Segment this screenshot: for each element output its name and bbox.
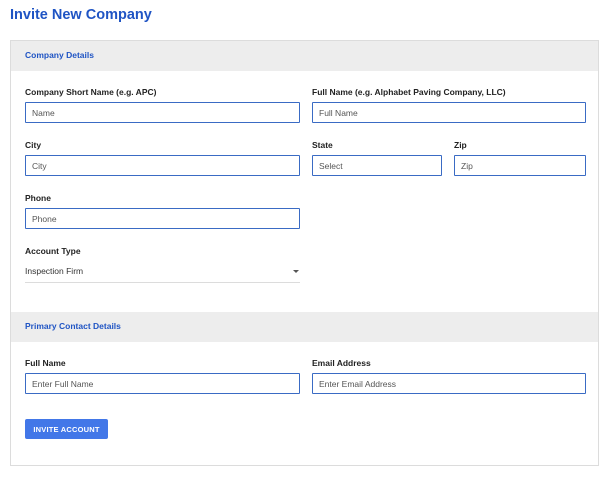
account-type-select[interactable]: Inspection Firm bbox=[25, 261, 300, 283]
phone-input[interactable] bbox=[25, 208, 300, 229]
short-name-input[interactable] bbox=[25, 102, 300, 123]
contact-full-name-label: Full Name bbox=[25, 358, 66, 368]
email-input[interactable] bbox=[312, 373, 586, 394]
account-type-label: Account Type bbox=[25, 246, 81, 256]
full-name-label: Full Name (e.g. Alphabet Paving Company,… bbox=[312, 87, 506, 97]
email-label: Email Address bbox=[312, 358, 371, 368]
page-title: Invite New Company bbox=[10, 7, 152, 23]
account-type-value: Inspection Firm bbox=[25, 266, 84, 276]
short-name-label: Company Short Name (e.g. APC) bbox=[25, 87, 157, 97]
invite-company-form: Company Details Company Short Name (e.g.… bbox=[10, 40, 599, 466]
caret-down-icon bbox=[293, 270, 299, 273]
primary-contact-title: Primary Contact Details bbox=[25, 321, 121, 331]
city-label: City bbox=[25, 140, 42, 150]
company-details-header: Company Details bbox=[11, 41, 598, 71]
contact-full-name-input[interactable] bbox=[25, 373, 300, 394]
phone-label: Phone bbox=[25, 193, 51, 203]
state-label: State bbox=[312, 140, 333, 150]
zip-input[interactable] bbox=[454, 155, 586, 176]
primary-contact-header: Primary Contact Details bbox=[11, 312, 598, 342]
full-name-input[interactable] bbox=[312, 102, 586, 123]
invite-account-button[interactable]: INVITE ACCOUNT bbox=[25, 419, 108, 439]
company-details-title: Company Details bbox=[25, 50, 94, 60]
city-input[interactable] bbox=[25, 155, 300, 176]
state-select[interactable] bbox=[312, 155, 442, 176]
zip-label: Zip bbox=[454, 140, 467, 150]
